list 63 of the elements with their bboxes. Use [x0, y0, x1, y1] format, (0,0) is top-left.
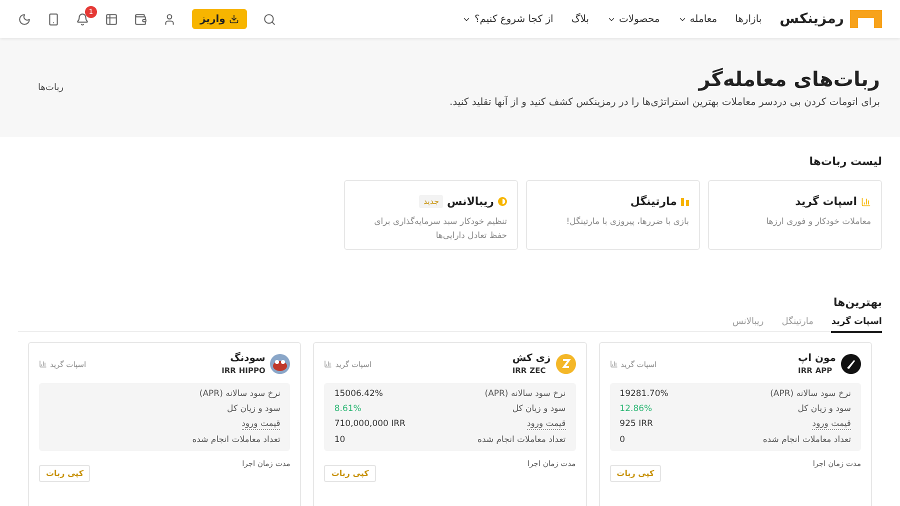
- stat-label: قیمت ورود: [242, 419, 280, 430]
- stat-value: 8.61%: [334, 404, 362, 414]
- stat-label: تعداد معاملات انجام شده: [192, 435, 280, 445]
- stat-value: 0: [620, 435, 626, 445]
- pie-icon: [498, 197, 507, 206]
- user-icon[interactable]: [163, 12, 176, 26]
- stat-value: 710,000,000 IRR: [334, 419, 406, 430]
- bot-type-name: ریبالانس: [447, 195, 494, 208]
- bot-name: زی کش: [512, 353, 551, 364]
- bot-type-name: اسپات گرید: [795, 195, 857, 208]
- nav-link[interactable]: از کجا شروع کنیم؟: [462, 14, 554, 24]
- deposit-button[interactable]: واریز: [192, 9, 248, 29]
- nav-link[interactable]: بازارها: [735, 14, 762, 24]
- bot-name: سودنگ: [229, 353, 266, 364]
- download-icon: [229, 14, 240, 24]
- bot-type-card[interactable]: اسپات گرید معاملات خودکار و فوری ارزها: [708, 180, 882, 250]
- bot-type-name: مارتینگل: [630, 195, 677, 208]
- section-title: لیست ربات‌ها: [808, 155, 882, 168]
- stat-value: 10: [334, 435, 346, 445]
- stat-label: نرخ سود سالانه (APR): [199, 389, 280, 399]
- broken-image-alt: ربات‌ها: [38, 82, 64, 92]
- page-subtitle: برای اتومات کردن بی دردسر معاملات بهترین استراتژی‌ها را در رمزینکس کشف کنید و از آنها تقلید کنید.: [449, 97, 880, 108]
- bar-chart-icon: [610, 360, 618, 368]
- section-title: بهترین‌ها: [832, 296, 882, 309]
- stat-value: 12.86%: [620, 404, 652, 414]
- bot-type-description: معاملات خودکار و فوری ارزها: [765, 216, 871, 229]
- stat-label: تعداد معاملات انجام شده: [478, 435, 566, 445]
- bar-chart-icon: [39, 360, 48, 368]
- moon-icon[interactable]: [18, 12, 31, 26]
- bar-chart-icon: [861, 196, 871, 206]
- stat-label: سود و زیان کل: [512, 404, 566, 414]
- bell-icon[interactable]: [76, 12, 89, 26]
- stat-label: قیمت ورود: [812, 419, 851, 430]
- phone-icon[interactable]: [47, 12, 60, 26]
- stat-label: سود و زیان کل: [227, 404, 280, 414]
- search-icon[interactable]: [263, 12, 276, 26]
- bot-type-card[interactable]: ریبالانس جدید تنظیم خودکار سبد سرمایه‌گذاری برای حفظ تعادل دارایی‌ها: [344, 180, 518, 250]
- logo-text: رمزینکس: [780, 11, 844, 27]
- logo-icon: [850, 10, 882, 28]
- nav-link[interactable]: معامله: [678, 14, 718, 24]
- stat-label: نرخ سود سالانه (APR): [770, 389, 851, 399]
- stat-label: سود و زیان کل: [798, 404, 851, 414]
- stat-label: نرخ سود سالانه (APR): [484, 389, 566, 399]
- stat-value: 15006.42%: [334, 389, 383, 399]
- bot-name: مون اپ: [798, 353, 836, 364]
- wallet-icon[interactable]: [134, 12, 147, 26]
- coin-avatar-icon: [556, 354, 576, 374]
- stat-label: قیمت ورود: [526, 419, 566, 430]
- bot-type-description: تنظیم خودکار سبد سرمایه‌گذاری برای حفظ تعادل دارایی‌ها: [373, 216, 507, 243]
- tab[interactable]: اسپات گرید: [831, 317, 882, 333]
- new-badge: جدید: [419, 195, 444, 208]
- nav-link[interactable]: محصولات: [607, 14, 660, 24]
- stat-value: 925 IRR: [620, 419, 653, 430]
- table-icon[interactable]: [105, 12, 118, 26]
- hippo-avatar-icon: [270, 354, 290, 374]
- bot-type-description: بازی با ضررها، پیروزی با مارتینگل!: [565, 216, 689, 229]
- nav-link[interactable]: بلاگ: [571, 14, 590, 24]
- bot-type-card[interactable]: مارتینگل بازی با ضررها، پیروزی با مارتینگل!: [526, 180, 700, 250]
- bars-icon: [681, 197, 689, 206]
- stat-value: 19281.70%: [620, 389, 668, 399]
- page-title: ربات‌های معامله‌گر: [696, 67, 880, 91]
- stat-label: تعداد معاملات انجام شده: [762, 435, 851, 445]
- bar-chart-icon: [324, 360, 332, 368]
